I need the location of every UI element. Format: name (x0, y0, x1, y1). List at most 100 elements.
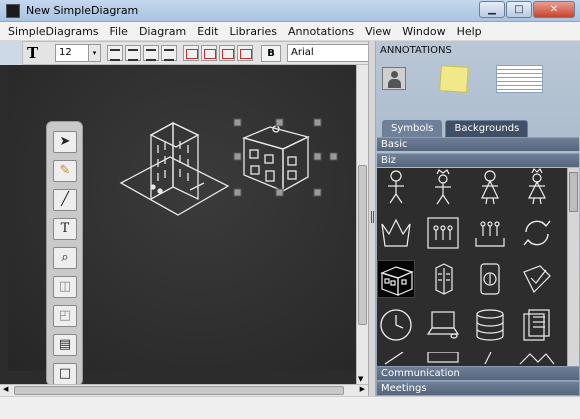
splitter-grip-icon[interactable] (371, 211, 374, 223)
person-head (391, 71, 398, 78)
scroll-down-icon[interactable]: ▼ (358, 375, 363, 383)
partial-symbol-3[interactable] (471, 351, 509, 366)
vertical-scroll-thumb[interactable] (358, 165, 367, 325)
align-center-button[interactable] (125, 45, 141, 61)
scroll-left-icon[interactable]: ◀ (3, 385, 8, 393)
layers-icon: ◫ (58, 279, 72, 294)
minimize-button[interactable]: ▁ (479, 1, 505, 18)
magnifier-icon: ⌕ (61, 250, 69, 265)
font-size-select[interactable]: 12 ▾ (55, 44, 101, 62)
documents-symbol[interactable] (518, 306, 556, 344)
pencil-tool[interactable]: ✎ (53, 160, 77, 182)
title-bar: New SimpleDiagram ▁ □ ✕ (0, 0, 580, 22)
symbol-scroll-thumb[interactable] (569, 172, 578, 212)
text-tool[interactable]: T (53, 218, 77, 240)
align-justify-button[interactable] (161, 45, 177, 61)
tab-symbols[interactable]: Symbols (382, 120, 443, 137)
align-left-button[interactable] (107, 45, 123, 61)
lined-paper-icon[interactable] (496, 65, 543, 93)
crown-symbol[interactable] (377, 214, 415, 252)
queen-figure-symbol[interactable] (518, 168, 556, 206)
woman-figure-icon (481, 170, 499, 205)
horizontal-scroll-thumb[interactable] (14, 386, 344, 395)
chevron-down-icon[interactable]: ▾ (88, 45, 100, 61)
money-symbol[interactable] (471, 260, 509, 298)
menu-libraries[interactable]: Libraries (230, 25, 278, 38)
office-building-symbol[interactable] (424, 260, 462, 298)
team-board-symbol[interactable] (424, 214, 462, 252)
layers-back-icon: ◰ (58, 308, 72, 323)
menu-bar: SimpleDiagrams File Diagram Edit Librari… (0, 22, 580, 41)
window-title: New SimpleDiagram (26, 4, 139, 17)
annotations-heading: ANNOTATIONS (380, 45, 452, 56)
building-symbol[interactable] (119, 121, 230, 216)
tab-backgrounds[interactable]: Backgrounds (445, 120, 529, 137)
text-format-icon: T (27, 44, 39, 62)
send-backward-tool[interactable]: ◰ (53, 305, 77, 327)
menu-window[interactable]: Window (402, 25, 445, 38)
select-tool[interactable]: ➤ (53, 131, 77, 153)
person-annotation-icon[interactable] (382, 67, 406, 90)
queen-figure-icon (528, 168, 546, 205)
text-position-below-button[interactable] (237, 45, 253, 61)
maximize-button[interactable]: □ (506, 1, 532, 18)
symbol-grid (377, 168, 567, 366)
woman-figure-symbol[interactable] (471, 168, 509, 206)
menu-edit[interactable]: Edit (197, 25, 218, 38)
clock-icon (380, 309, 412, 341)
menu-simplediagrams[interactable]: SimpleDiagrams (8, 25, 99, 38)
status-bar (0, 396, 580, 419)
person-body (388, 79, 401, 88)
line-tool[interactable]: ╱ (53, 189, 77, 211)
menu-diagram[interactable]: Diagram (139, 25, 186, 38)
section-communication[interactable]: Communication (377, 366, 579, 380)
text-position-middle-button[interactable] (201, 45, 217, 61)
king-figure-icon (435, 169, 451, 205)
color-swatch-icon: □ (58, 366, 72, 381)
canvas-horizontal-scrollbar[interactable]: ◀ ▶ (0, 384, 368, 396)
symbol-grid-scrollbar[interactable] (567, 168, 579, 366)
king-figure-symbol[interactable] (424, 168, 462, 206)
database-symbol[interactable] (471, 306, 509, 344)
menu-view[interactable]: View (365, 25, 391, 38)
text-position-bottom-button[interactable] (219, 45, 235, 61)
panel-splitter[interactable] (368, 41, 376, 396)
documents-icon (523, 309, 550, 341)
close-button[interactable]: ✕ (533, 1, 575, 18)
partial-symbol-2[interactable] (424, 351, 462, 366)
clock-symbol[interactable] (377, 306, 415, 344)
cycle-arrows-symbol[interactable] (518, 214, 556, 252)
arrow-pointer-icon: ➤ (59, 134, 71, 149)
bring-forward-tool[interactable]: ◫ (53, 276, 77, 298)
align-right-button[interactable] (143, 45, 159, 61)
laptop-symbol[interactable] (424, 306, 462, 344)
zoom-tool[interactable]: ⌕ (53, 247, 77, 269)
text-position-top-button[interactable] (183, 45, 199, 61)
monitor-icon (427, 351, 459, 363)
menu-annotations[interactable]: Annotations (288, 25, 354, 38)
font-family-select[interactable]: Arial (287, 44, 375, 62)
house-symbol[interactable] (242, 125, 310, 193)
section-biz[interactable]: Biz (377, 153, 579, 167)
sticky-note-icon[interactable] (439, 65, 469, 93)
color-tool[interactable]: □ (53, 363, 77, 385)
menu-file[interactable]: File (110, 25, 128, 38)
partial-symbol-1[interactable] (377, 351, 415, 366)
scroll-right-icon[interactable]: ▶ (360, 385, 365, 393)
window-controls: ▁ □ ✕ (478, 1, 575, 18)
section-basic[interactable]: Basic (377, 137, 579, 151)
stick-figure-icon (388, 170, 404, 204)
align-tool[interactable]: ▤ (53, 334, 77, 356)
stick-figure-symbol[interactable] (377, 168, 415, 206)
menu-help[interactable]: Help (457, 25, 482, 38)
canvas-vertical-scrollbar[interactable]: ▼ (356, 65, 368, 384)
house-symbol-selected[interactable] (377, 260, 415, 298)
partial-symbol-4[interactable] (518, 352, 556, 366)
checklist-symbol[interactable] (518, 260, 556, 298)
house-icon (380, 266, 414, 296)
library-panel: ANNOTATIONS Symbols Backgrounds Basic Bi… (376, 41, 580, 396)
align-icon: ▤ (58, 337, 72, 352)
bold-button[interactable]: B (261, 44, 281, 62)
group-bracket-symbol[interactable] (471, 214, 509, 252)
section-meetings[interactable]: Meetings (377, 381, 579, 395)
